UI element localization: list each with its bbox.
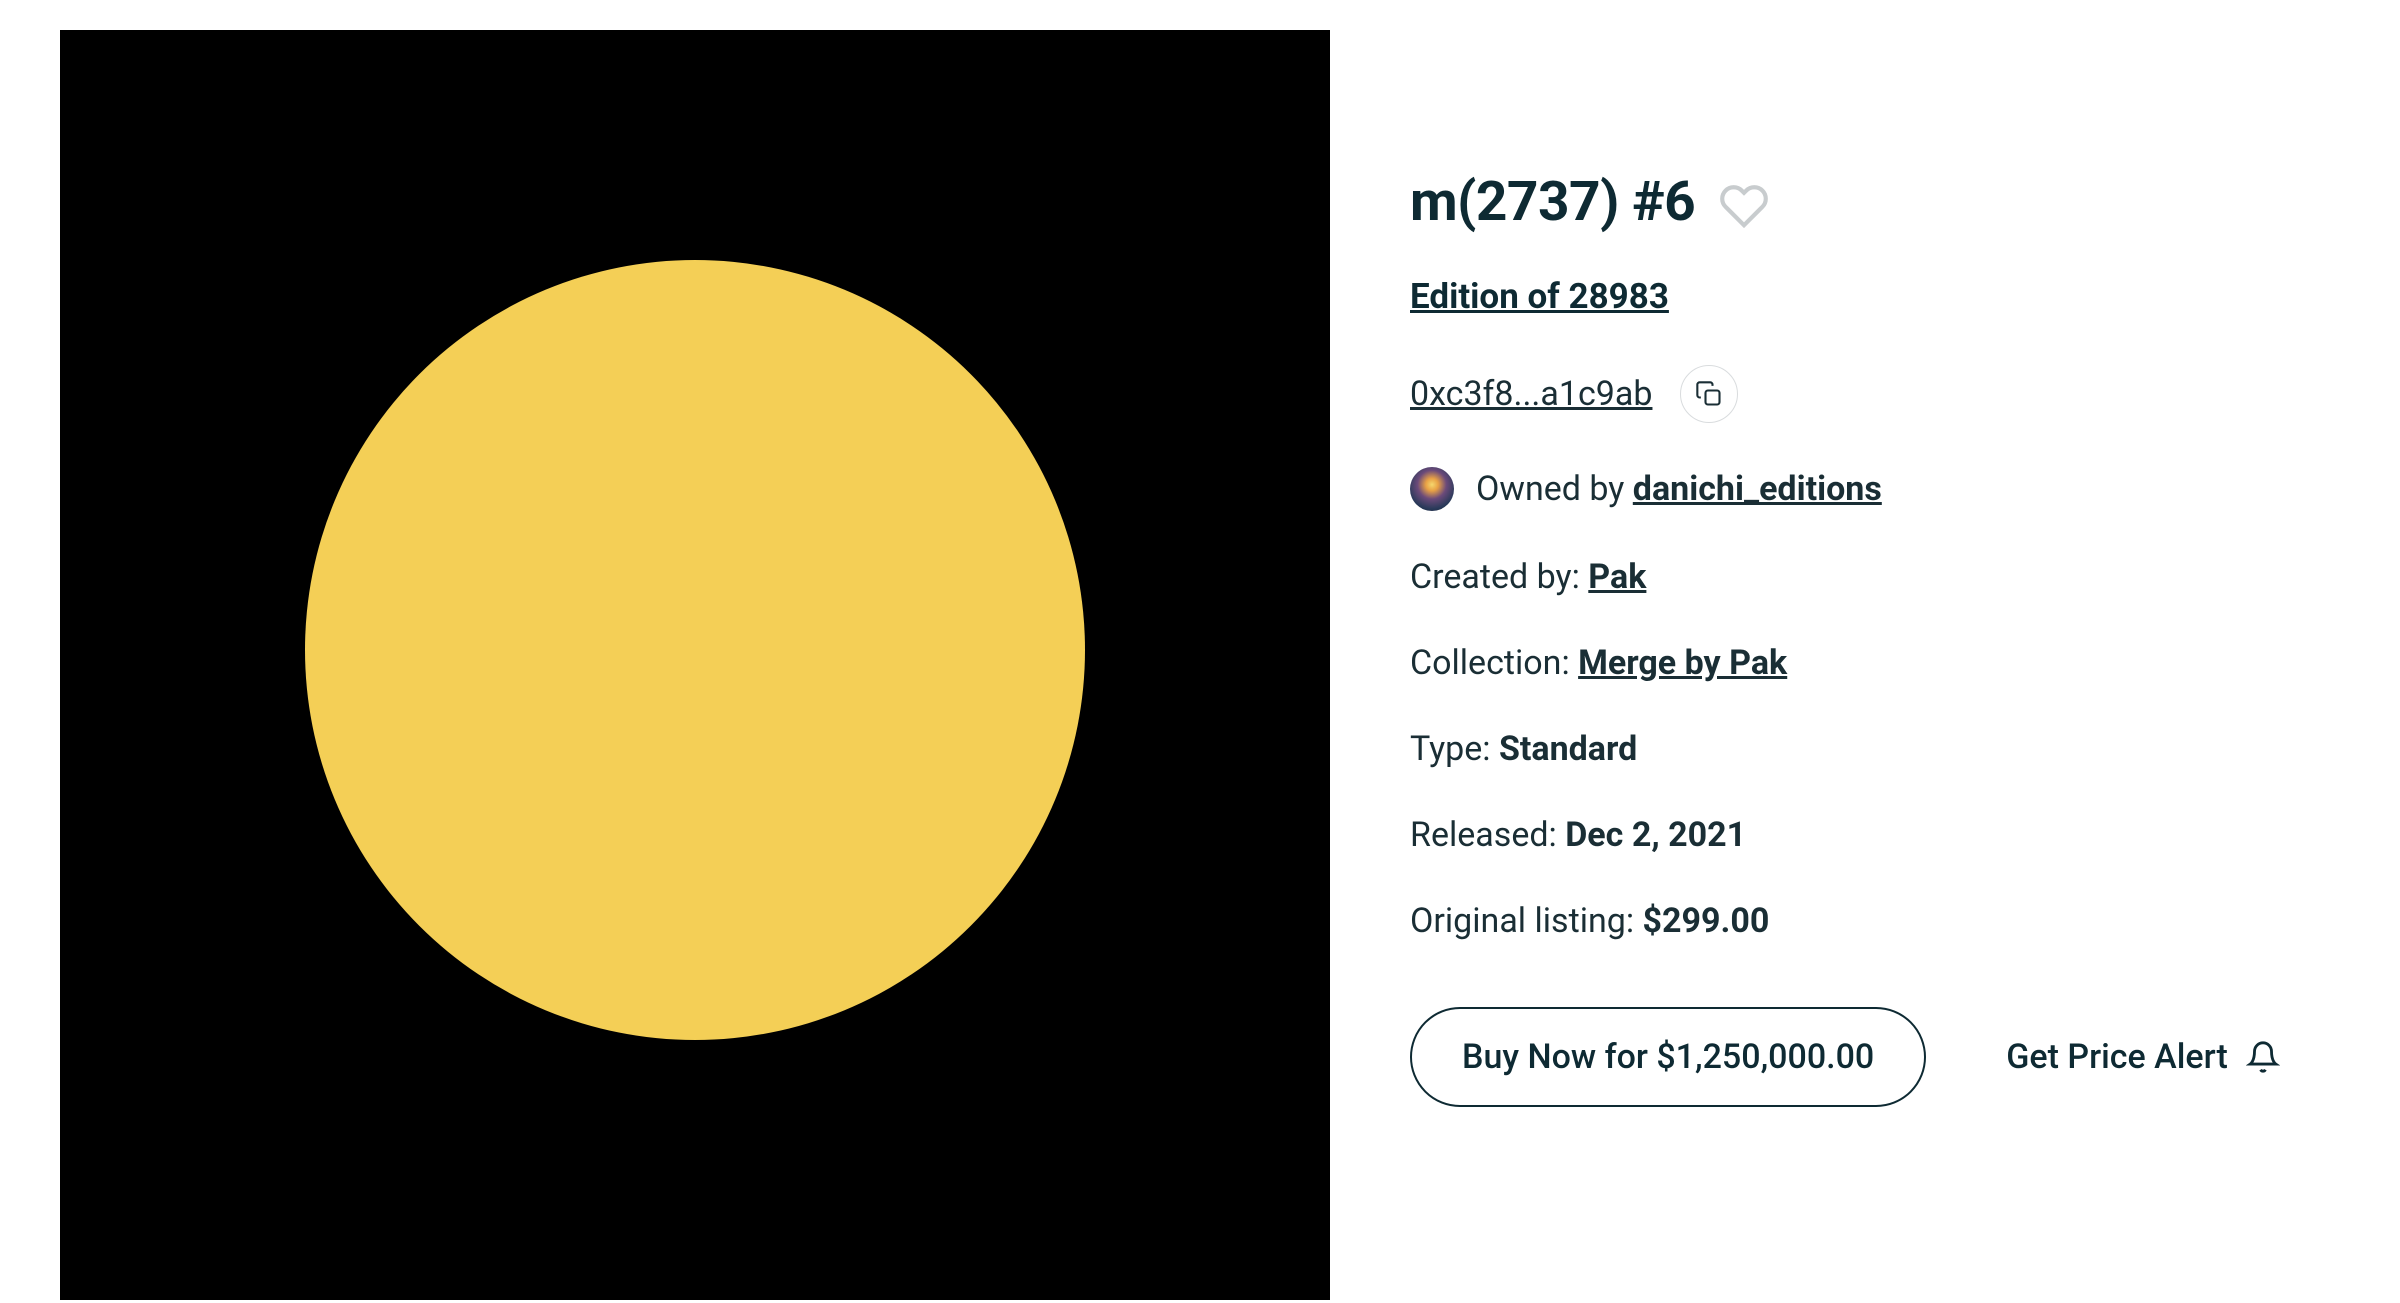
collection-link[interactable]: Merge by Pak	[1578, 643, 1787, 683]
artwork-panel	[60, 30, 1330, 1300]
contract-address-link[interactable]: 0xc3f8...a1c9ab	[1410, 374, 1652, 414]
copy-address-button[interactable]	[1680, 365, 1738, 423]
bell-icon	[2246, 1040, 2280, 1074]
released-row: Released: Dec 2, 2021	[1410, 815, 2340, 855]
type-label: Type:	[1410, 729, 1499, 769]
title-row: m(2737) #6	[1410, 170, 2340, 234]
address-row: 0xc3f8...a1c9ab	[1410, 365, 2340, 423]
original-listing-value: $299.00	[1643, 901, 1770, 941]
released-label: Released:	[1410, 815, 1565, 855]
owner-row: Owned by danichi_editions	[1410, 467, 2340, 511]
nft-title: m(2737) #6	[1410, 170, 1695, 234]
creator-link[interactable]: Pak	[1588, 557, 1646, 597]
owner-link[interactable]: danichi_editions	[1633, 469, 1882, 509]
owner-avatar[interactable]	[1410, 467, 1454, 511]
creator-row: Created by: Pak	[1410, 557, 2340, 597]
actions-row: Buy Now for $1,250,000.00 Get Price Aler…	[1410, 1007, 2340, 1107]
buy-now-button[interactable]: Buy Now for $1,250,000.00	[1410, 1007, 1926, 1107]
owner-prefix: Owned by	[1476, 469, 1633, 509]
edition-link[interactable]: Edition of 28983	[1410, 276, 1669, 317]
original-listing-row: Original listing: $299.00	[1410, 901, 2340, 941]
collection-label: Collection:	[1410, 643, 1578, 683]
released-value: Dec 2, 2021	[1565, 815, 1746, 855]
type-value: Standard	[1499, 729, 1637, 769]
original-listing-label: Original listing:	[1410, 901, 1643, 941]
collection-row: Collection: Merge by Pak	[1410, 643, 2340, 683]
creator-label: Created by:	[1410, 557, 1588, 597]
details-panel: m(2737) #6 Edition of 28983 0xc3f8...a1c…	[1410, 30, 2340, 1273]
type-row: Type: Standard	[1410, 729, 2340, 769]
price-alert-label: Get Price Alert	[2006, 1037, 2228, 1077]
heart-icon[interactable]	[1719, 181, 1769, 231]
price-alert-link[interactable]: Get Price Alert	[2006, 1037, 2280, 1077]
artwork-circle	[305, 260, 1085, 1040]
nft-detail-container: m(2737) #6 Edition of 28983 0xc3f8...a1c…	[0, 0, 2400, 1303]
owner-text: Owned by danichi_editions	[1476, 469, 1882, 509]
